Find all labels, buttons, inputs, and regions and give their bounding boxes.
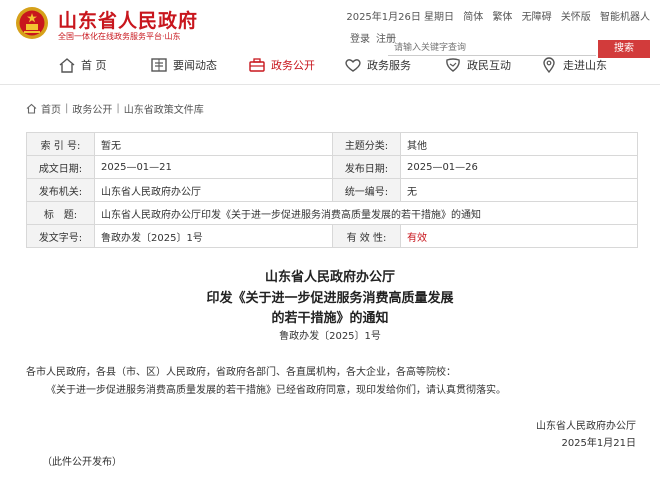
created-date-value: 2025—01—21 — [94, 155, 333, 179]
news-icon — [151, 58, 167, 72]
national-emblem-icon — [16, 7, 48, 39]
home-icon — [26, 103, 37, 114]
published-date-label: 发布日期: — [332, 155, 401, 179]
topic-value: 其他 — [400, 132, 638, 156]
title-label: 标 题: — [26, 201, 95, 225]
nav-label: 政民互动 — [467, 59, 511, 72]
nav-label: 首 页 — [81, 59, 107, 72]
publication-note: （此件公开发布） — [42, 457, 122, 468]
document-info-table: 索 引 号: 暂无 主题分类: 其他 成文日期: 2025—01—21 发布日期… — [26, 132, 638, 248]
published-date-value: 2025—01—26 — [400, 155, 638, 179]
nav-divider — [0, 84, 660, 85]
login-link[interactable]: 登录 — [350, 34, 370, 45]
issuer-value: 山东省人民政府办公厅 — [94, 178, 333, 202]
validity-value: 有效 — [400, 224, 638, 248]
nav-item-gov-services[interactable]: 政务服务 — [344, 57, 411, 73]
nav-item-gov-affairs[interactable]: 政务公开 — [248, 57, 315, 73]
document-number: 鲁政办发〔2025〕1号 — [279, 331, 381, 342]
index-value: 暂无 — [94, 132, 333, 156]
document-body: 《关于进一步促进服务消费高质量发展的若干措施》已经省政府同意，现印发给你们，请认… — [46, 385, 506, 396]
nav-item-about-shandong[interactable]: 走进山东 — [540, 57, 607, 73]
main-nav: 首 页 要闻动态 政务公开 政务服务 政民互动 走进山东 — [0, 52, 660, 82]
site-subtitle: 全国一体化在线政务服务平台·山东 — [58, 32, 181, 41]
table-row: 索 引 号: 暂无 主题分类: 其他 — [26, 132, 638, 156]
table-row: 成文日期: 2025—01—21 发布日期: 2025—01—26 — [26, 155, 638, 179]
breadcrumb-policy-library[interactable]: 山东省政策文件库 — [124, 101, 204, 116]
document-title-line-2: 印发《关于进一步促进服务消费高质量发展 — [206, 291, 454, 306]
link-robot[interactable]: 智能机器人 — [600, 12, 650, 23]
nav-label: 走进山东 — [563, 59, 607, 72]
serial-value: 无 — [400, 178, 638, 202]
briefcase-icon — [249, 58, 265, 72]
location-pin-icon — [543, 57, 555, 73]
created-date-label: 成文日期: — [26, 155, 95, 179]
topic-label: 主题分类: — [332, 132, 401, 156]
nav-label: 要闻动态 — [173, 59, 217, 72]
serial-label: 统一编号: — [332, 178, 401, 202]
link-simplified[interactable]: 简体 — [463, 12, 483, 23]
table-row: 发布机关: 山东省人民政府办公厅 统一编号: 无 — [26, 178, 638, 202]
table-row: 发文字号: 鲁政办发〔2025〕1号 有 效 性: 有效 — [26, 224, 638, 248]
link-care-mode[interactable]: 关怀版 — [561, 12, 591, 23]
nav-label: 政务公开 — [271, 59, 315, 72]
document-sign-date: 2025年1月21日 — [561, 438, 636, 449]
breadcrumb-home[interactable]: 首页 — [41, 101, 61, 116]
top-links: 2025年1月26日 星期日 简体 繁体 无障碍 关怀版 智能机器人 — [340, 8, 650, 23]
link-accessibility[interactable]: 无障碍 — [522, 12, 552, 23]
validity-label: 有 效 性: — [332, 224, 401, 248]
doc-number-label: 发文字号: — [26, 224, 95, 248]
heart-icon — [345, 59, 361, 72]
title-value: 山东省人民政府办公厅印发《关于进一步促进服务消费高质量发展的若干措施》的通知 — [94, 201, 638, 225]
site-title[interactable]: 山东省人民政府 — [58, 6, 198, 33]
home-icon — [59, 58, 75, 73]
document-title-line-3: 的若干措施》的通知 — [271, 311, 389, 326]
breadcrumb-separator: | — [116, 103, 120, 114]
current-date: 2025年1月26日 星期日 — [346, 12, 455, 23]
breadcrumb-gov-affairs[interactable]: 政务公开 — [72, 101, 112, 116]
doc-number-value: 鲁政办发〔2025〕1号 — [94, 224, 333, 248]
nav-item-interaction[interactable]: 政民互动 — [444, 57, 511, 73]
breadcrumb: 首页 | 政务公开 | 山东省政策文件库 — [26, 101, 204, 116]
nav-item-news[interactable]: 要闻动态 — [150, 57, 217, 73]
document-signature: 山东省人民政府办公厅 — [536, 421, 636, 432]
document-recipients: 各市人民政府，各县（市、区）人民政府，省政府各部门、各直属机构，各大企业，各高等… — [26, 367, 456, 378]
link-traditional[interactable]: 繁体 — [492, 12, 512, 23]
issuer-label: 发布机关: — [26, 178, 95, 202]
nav-label: 政务服务 — [367, 59, 411, 72]
nav-item-home[interactable]: 首 页 — [58, 57, 107, 73]
index-label: 索 引 号: — [26, 132, 95, 156]
handshake-icon — [446, 58, 460, 72]
table-row: 标 题: 山东省人民政府办公厅印发《关于进一步促进服务消费高质量发展的若干措施》… — [26, 201, 638, 225]
document-title-line-1: 山东省人民政府办公厅 — [264, 270, 395, 285]
breadcrumb-separator: | — [65, 103, 69, 114]
